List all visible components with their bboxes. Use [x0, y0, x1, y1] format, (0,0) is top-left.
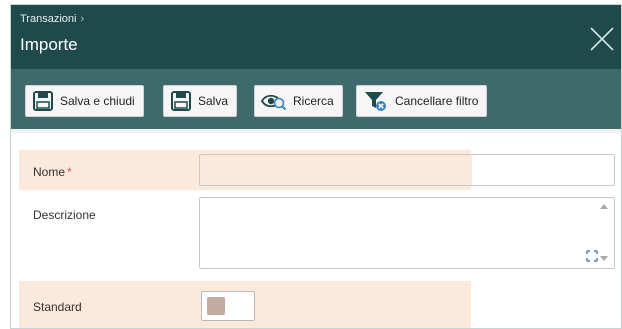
funnel-clear-icon	[365, 92, 386, 111]
breadcrumb-item-transazioni[interactable]: Transazioni	[20, 13, 76, 25]
expand-icon[interactable]	[586, 250, 598, 262]
descrizione-textarea[interactable]	[199, 197, 615, 269]
save-and-close-label: Salva e chiudi	[60, 94, 135, 108]
toggle-knob	[207, 297, 225, 315]
close-button[interactable]	[587, 24, 617, 54]
nome-label-text: Nome	[33, 165, 66, 179]
required-marker: *	[67, 165, 72, 179]
scroll-down-arrow-icon[interactable]	[600, 256, 608, 261]
form: Nome * Descrizione Standard	[11, 129, 621, 328]
standard-toggle[interactable]	[201, 291, 255, 321]
save-label: Salva	[198, 94, 229, 108]
eye-search-icon	[261, 94, 287, 111]
search-label: Ricerca	[293, 94, 334, 108]
breadcrumb: Transazioni ›	[20, 13, 84, 25]
breadcrumb-separator: ›	[80, 13, 85, 25]
standard-label: Standard	[33, 300, 82, 314]
scroll-up-arrow-icon[interactable]	[600, 204, 608, 209]
save-icon	[171, 91, 191, 111]
descrizione-label: Descrizione	[33, 208, 96, 222]
save-icon	[33, 91, 53, 111]
close-icon	[590, 27, 614, 51]
page-title: Importe	[20, 35, 78, 54]
dialog-header: Transazioni › Importe	[11, 5, 621, 69]
dialog: Transazioni › Importe Salva e chiudi Sal…	[10, 4, 622, 329]
clear-filter-label: Cancellare filtro	[395, 94, 479, 108]
search-button[interactable]: Ricerca	[254, 85, 343, 117]
save-and-close-button[interactable]: Salva e chiudi	[25, 85, 144, 117]
clear-filter-button[interactable]: Cancellare filtro	[356, 85, 488, 117]
nome-input[interactable]	[199, 154, 615, 186]
save-button[interactable]: Salva	[163, 85, 238, 117]
nome-label: Nome *	[33, 165, 72, 179]
toolbar: Salva e chiudi Salva Ricerca Cancellare …	[11, 69, 621, 129]
